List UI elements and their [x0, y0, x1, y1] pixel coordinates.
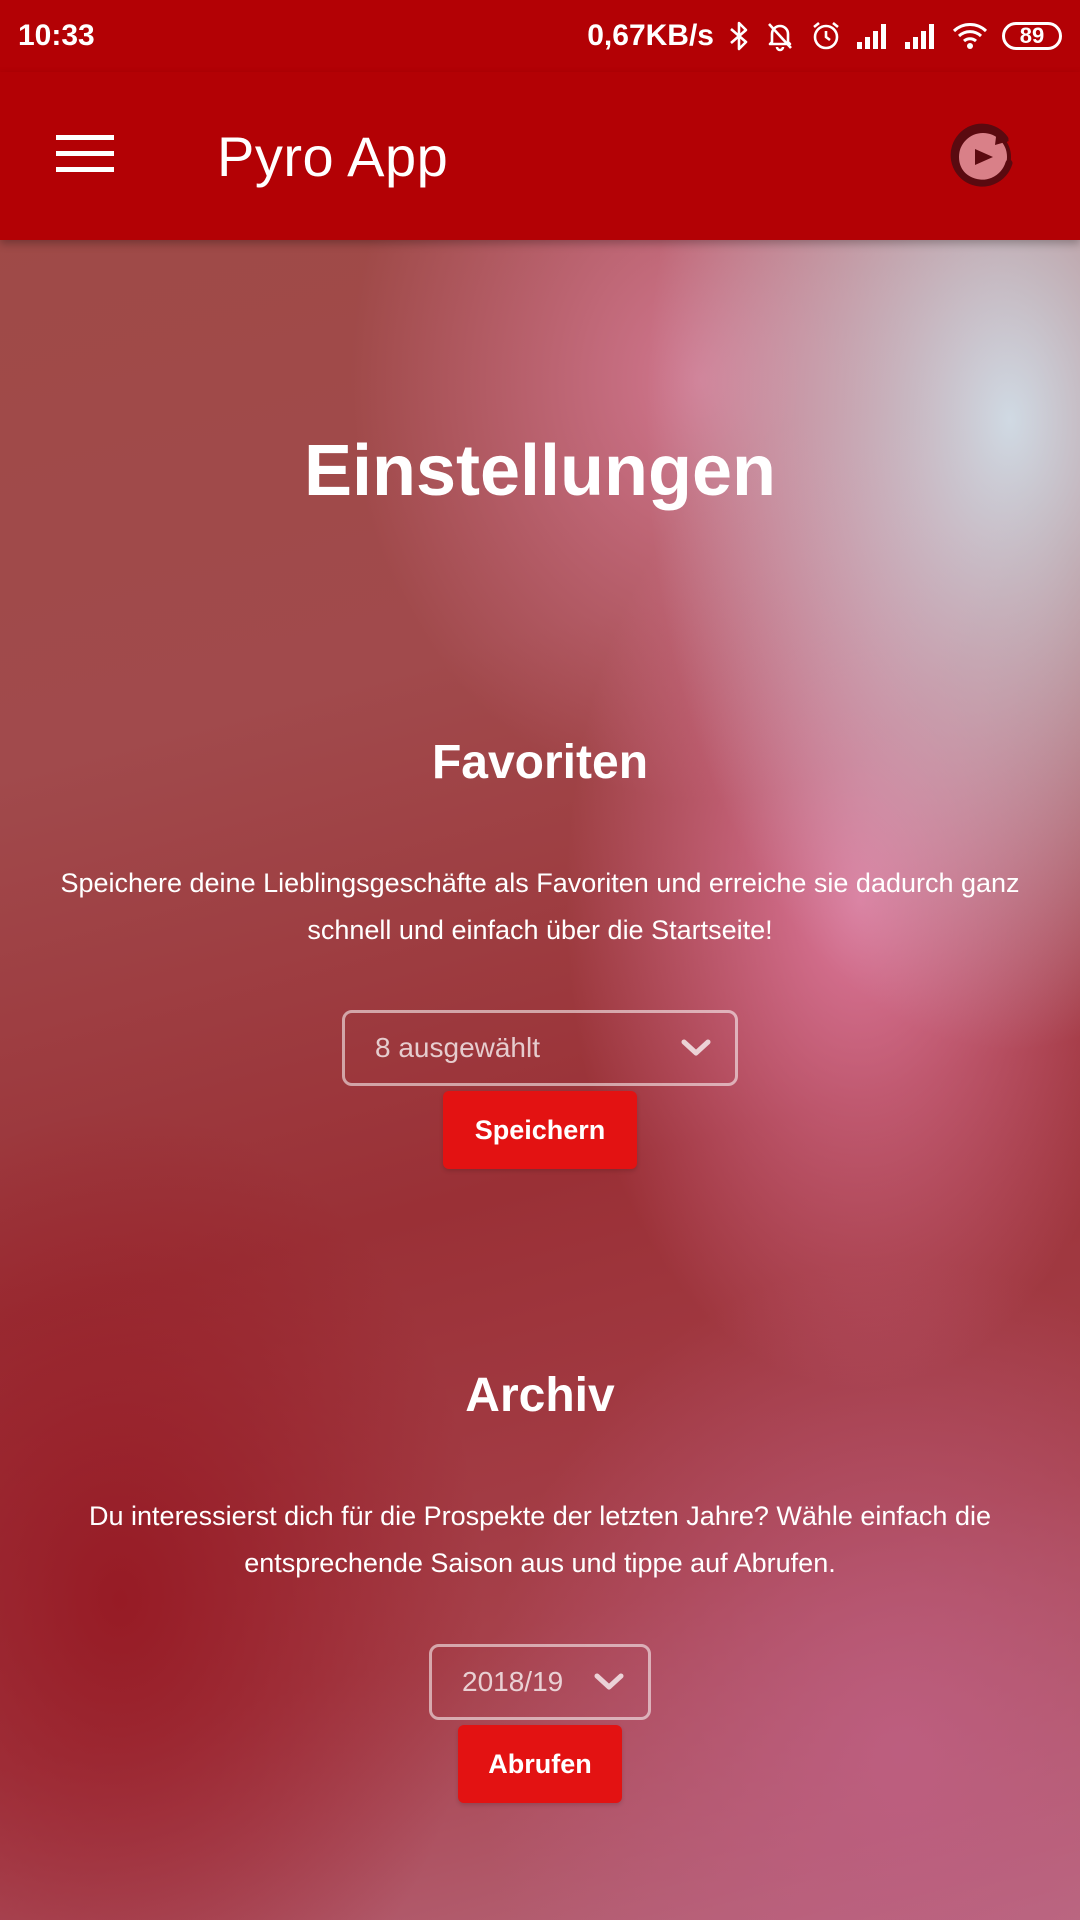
- favorites-description: Speichere deine Lieblingsgeschäfte als F…: [60, 868, 1020, 945]
- wifi-icon: [952, 22, 988, 50]
- fetch-button[interactable]: Abrufen: [458, 1725, 622, 1803]
- season-select[interactable]: 2018/19: [429, 1644, 651, 1720]
- archive-title: Archiv: [465, 1369, 615, 1422]
- app-title: Pyro App: [217, 124, 449, 188]
- favorites-title: Favoriten: [431, 736, 649, 789]
- battery-icon: 89: [1002, 22, 1062, 50]
- chevron-down-icon: [594, 1672, 624, 1692]
- hamburger-menu-icon: [56, 133, 114, 180]
- signal-icon: [904, 22, 938, 50]
- network-speed: 0,67KB/s: [587, 19, 714, 52]
- refresh-button[interactable]: [920, 92, 1050, 222]
- app-screen: 10:33 0,67KB/s 89 Pyro App Einstellungen…: [0, 0, 1080, 1920]
- archive-description: Du interessierst dich für die Prospekte …: [89, 1501, 991, 1578]
- favorites-select-value: 8 ausgewählt: [375, 1032, 541, 1063]
- status-time: 10:33: [18, 19, 95, 52]
- alarm-icon: [810, 20, 842, 52]
- app-bar: Pyro App: [0, 72, 1080, 240]
- signal-icon: [856, 22, 890, 50]
- battery-level: 89: [1019, 23, 1045, 48]
- status-bar: 10:33 0,67KB/s 89: [0, 0, 1080, 72]
- refresh-icon: [949, 119, 1021, 196]
- chevron-down-icon: [681, 1038, 711, 1058]
- mute-bell-icon: [764, 20, 796, 52]
- menu-button[interactable]: [25, 96, 145, 216]
- save-button[interactable]: Speichern: [443, 1091, 637, 1169]
- season-select-value: 2018/19: [462, 1666, 564, 1697]
- bluetooth-icon: [728, 20, 750, 52]
- favorites-select[interactable]: 8 ausgewählt: [342, 1010, 738, 1086]
- page-title: Einstellungen: [303, 431, 777, 511]
